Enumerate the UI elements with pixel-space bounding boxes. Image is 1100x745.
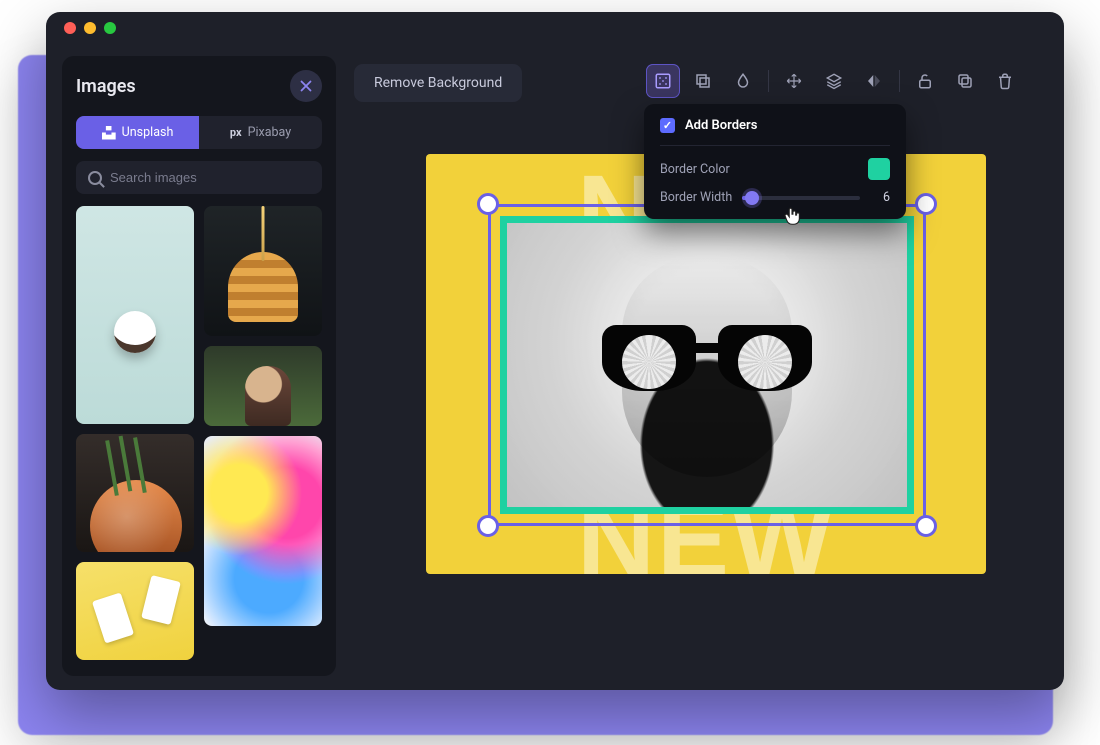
context-toolbar [646, 64, 1022, 98]
delete-tool-button[interactable] [988, 64, 1022, 98]
duplicate-tool-button[interactable] [948, 64, 982, 98]
flip-tool-button[interactable] [857, 64, 891, 98]
window-close-dot[interactable] [64, 22, 76, 34]
search-icon [88, 171, 102, 185]
copy-icon [956, 72, 974, 90]
resize-handle-bl[interactable] [477, 515, 499, 537]
remove-background-label: Remove Background [374, 75, 502, 91]
image-grid [76, 206, 322, 662]
source-tabs: Unsplash px Pixabay [76, 116, 322, 149]
opacity-tool-button[interactable] [726, 64, 760, 98]
thumbnail[interactable] [76, 206, 194, 424]
border-width-slider[interactable] [742, 196, 860, 200]
tab-pixabay[interactable]: px Pixabay [199, 116, 322, 149]
thumbnail[interactable] [204, 436, 322, 626]
add-borders-checkbox[interactable]: ✓ [660, 118, 675, 133]
droplet-icon [734, 72, 752, 90]
app-window: Images Unsplash px Pixabay [46, 12, 1064, 690]
selection-outline [488, 204, 926, 526]
tab-unsplash-label: Unsplash [122, 125, 174, 140]
shadow-tool-button[interactable] [686, 64, 720, 98]
toolbar-separator [899, 70, 900, 92]
unsplash-icon [102, 126, 116, 140]
resize-handle-tr[interactable] [915, 193, 937, 215]
search-input[interactable] [110, 170, 310, 185]
images-panel: Images Unsplash px Pixabay [62, 56, 336, 676]
panel-title: Images [76, 76, 136, 97]
position-tool-button[interactable] [777, 64, 811, 98]
thumbnail[interactable] [76, 562, 194, 660]
panel-close-button[interactable] [290, 70, 322, 102]
window-titlebar [46, 12, 1064, 44]
remove-background-button[interactable]: Remove Background [354, 64, 522, 102]
layers-icon [825, 72, 843, 90]
move-icon [785, 72, 803, 90]
border-color-label: Border Color [660, 162, 730, 177]
borders-icon [654, 72, 672, 90]
close-icon [297, 77, 315, 95]
layers-tool-button[interactable] [817, 64, 851, 98]
toolbar-separator [768, 70, 769, 92]
popover-title: Add Borders [685, 118, 757, 133]
borders-popover: ✓ Add Borders Border Color Border Width … [644, 104, 906, 219]
borders-tool-button[interactable] [646, 64, 680, 98]
border-color-swatch[interactable] [868, 158, 890, 180]
tab-unsplash[interactable]: Unsplash [76, 116, 199, 149]
thumbnail[interactable] [76, 434, 194, 552]
selected-element[interactable] [488, 204, 926, 526]
unlock-icon [916, 72, 934, 90]
thumbnail[interactable] [204, 206, 322, 336]
lock-tool-button[interactable] [908, 64, 942, 98]
border-width-value: 6 [872, 190, 890, 205]
tab-pixabay-label: Pixabay [248, 125, 292, 140]
flip-icon [865, 72, 883, 90]
shadow-icon [694, 72, 712, 90]
resize-handle-br[interactable] [915, 515, 937, 537]
window-minimize-dot[interactable] [84, 22, 96, 34]
slider-knob[interactable] [745, 191, 759, 205]
pixabay-icon: px [230, 126, 242, 139]
thumbnail[interactable] [204, 346, 322, 426]
border-width-label: Border Width [660, 190, 732, 205]
window-zoom-dot[interactable] [104, 22, 116, 34]
trash-icon [996, 72, 1014, 90]
search-box[interactable] [76, 161, 322, 194]
resize-handle-tl[interactable] [477, 193, 499, 215]
